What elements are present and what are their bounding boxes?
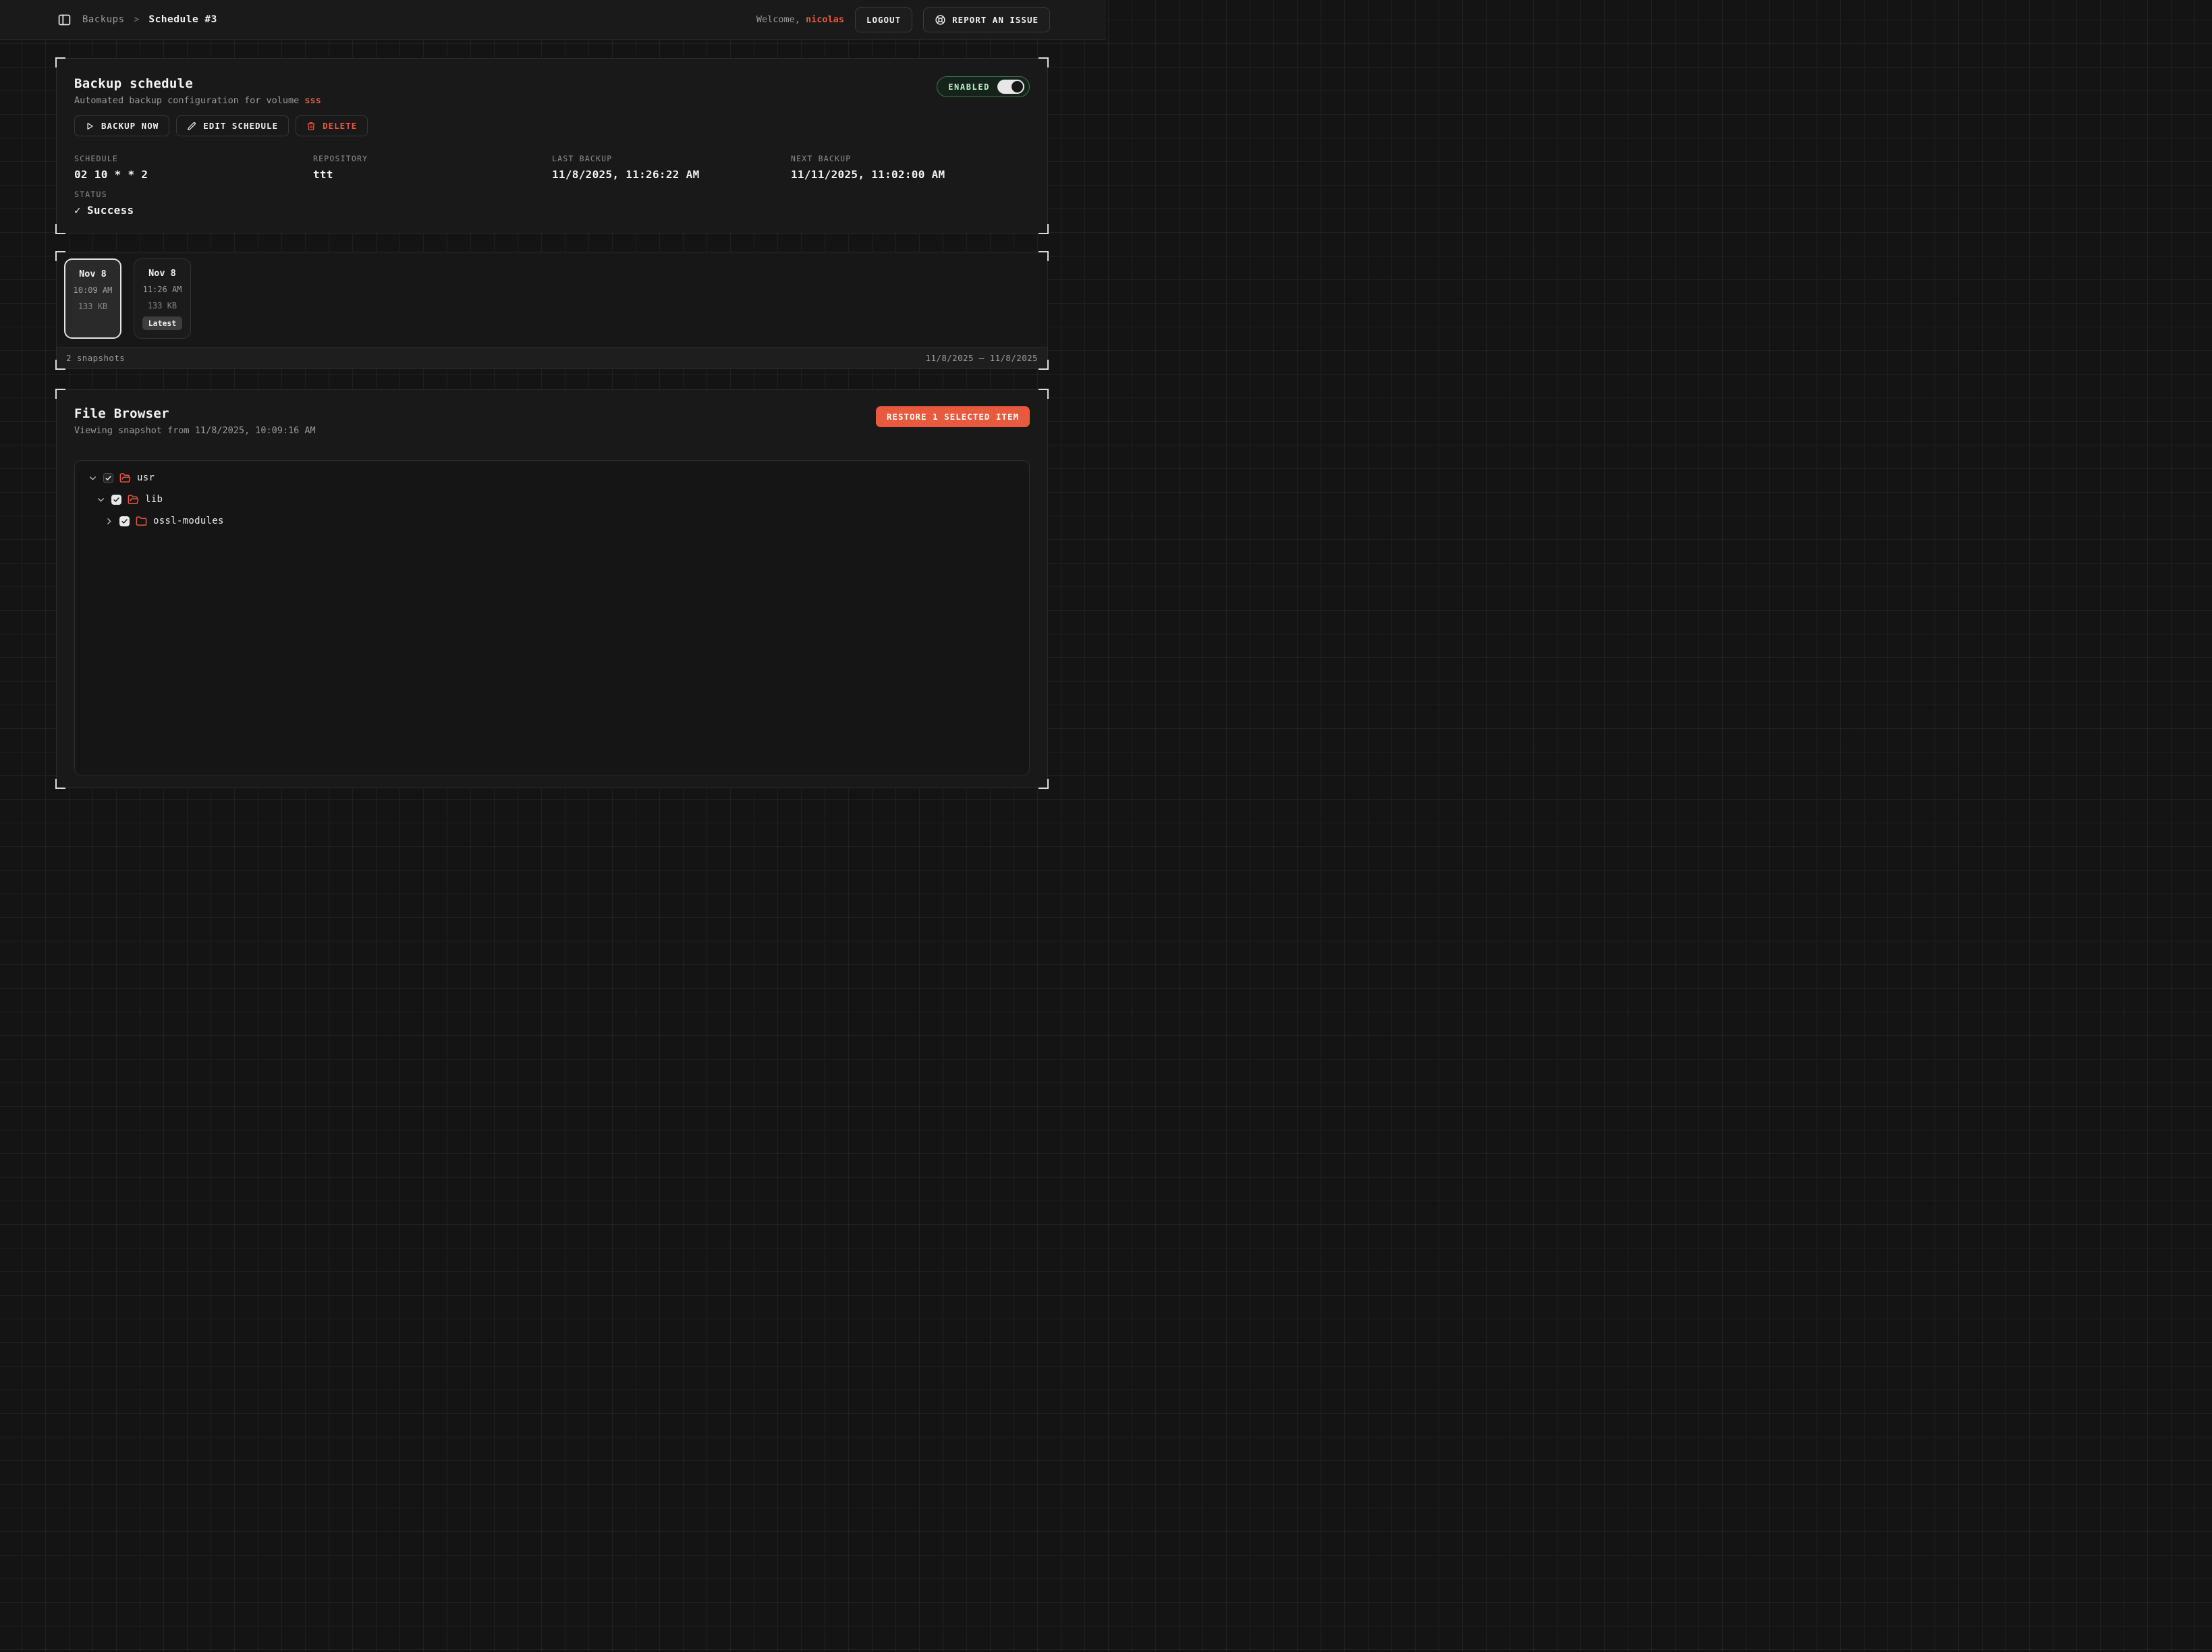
sidebar-toggle-button[interactable] bbox=[56, 11, 73, 28]
breadcrumb-parent[interactable]: Backups bbox=[82, 14, 125, 25]
corner-bracket bbox=[55, 389, 65, 399]
schedule-card-subtitle: Automated backup configuration for volum… bbox=[74, 95, 321, 106]
breadcrumb-separator: > bbox=[134, 15, 140, 25]
enabled-label: ENABLED bbox=[948, 82, 990, 92]
tree-label: lib bbox=[145, 494, 163, 505]
corner-bracket bbox=[55, 224, 65, 234]
tree-row-usr[interactable]: usr bbox=[82, 467, 1022, 489]
lifebuoy-icon bbox=[935, 14, 946, 26]
edit-schedule-button[interactable]: EDIT SCHEDULE bbox=[176, 115, 289, 136]
corner-bracket bbox=[1039, 779, 1049, 789]
folder-open-icon bbox=[119, 472, 131, 484]
corner-bracket bbox=[55, 779, 65, 789]
username: nicolas bbox=[806, 14, 844, 25]
schedule-card-title: Backup schedule bbox=[74, 76, 321, 91]
snapshot-time: 11:26 AM bbox=[143, 285, 182, 294]
snapshot-date: Nov 8 bbox=[79, 269, 107, 279]
corner-bracket bbox=[1039, 360, 1049, 370]
backup-schedule-card: Backup schedule Automated backup configu… bbox=[56, 58, 1048, 233]
corner-bracket bbox=[1039, 251, 1049, 261]
checkbox-checked[interactable] bbox=[103, 473, 113, 483]
corner-bracket bbox=[55, 360, 65, 370]
snapshot-card[interactable]: Nov 8 11:26 AM 133 KB Latest bbox=[134, 258, 191, 339]
panel-left-icon bbox=[57, 13, 72, 27]
corner-bracket bbox=[55, 251, 65, 261]
chevron-right-icon[interactable] bbox=[105, 517, 113, 526]
checkbox-checked[interactable] bbox=[111, 495, 121, 505]
restore-selected-button[interactable]: RESTORE 1 SELECTED ITEM bbox=[876, 406, 1030, 427]
file-browser-subtitle: Viewing snapshot from 11/8/2025, 10:09:1… bbox=[74, 425, 316, 436]
tree-row-lib[interactable]: lib bbox=[82, 489, 1022, 510]
snapshots-timeline: Nov 8 10:09 AM 133 KB Nov 8 11:26 AM 133… bbox=[56, 252, 1048, 369]
field-label: LAST BACKUP bbox=[552, 154, 791, 163]
snapshots-footer: 2 snapshots 11/8/2025 – 11/8/2025 bbox=[57, 347, 1047, 368]
status-label: STATUS bbox=[74, 190, 1030, 199]
snapshot-size: 133 KB bbox=[148, 301, 177, 310]
backup-now-button[interactable]: BACKUP NOW bbox=[74, 115, 169, 136]
field-value: ttt bbox=[313, 168, 552, 181]
file-tree-panel: usr lib ossl-modules bbox=[74, 460, 1030, 775]
field-value: 11/11/2025, 11:02:00 AM bbox=[791, 168, 1030, 181]
latest-badge: Latest bbox=[142, 316, 183, 330]
field-label: REPOSITORY bbox=[313, 154, 552, 163]
file-browser-title: File Browser bbox=[74, 406, 316, 421]
enabled-toggle[interactable]: ENABLED bbox=[937, 76, 1030, 97]
field-schedule: SCHEDULE 02 10 * * 2 bbox=[74, 154, 313, 181]
field-label: SCHEDULE bbox=[74, 154, 313, 163]
delete-button[interactable]: DELETE bbox=[296, 115, 368, 136]
field-repository: REPOSITORY ttt bbox=[313, 154, 552, 181]
snapshot-count: 2 snapshots bbox=[66, 353, 125, 363]
field-value: 11/8/2025, 11:26:22 AM bbox=[552, 168, 791, 181]
tree-row-ossl-modules[interactable]: ossl-modules bbox=[82, 510, 1022, 532]
pencil-icon bbox=[187, 121, 196, 131]
corner-bracket bbox=[1039, 389, 1049, 399]
logout-button[interactable]: LOGOUT bbox=[855, 7, 912, 32]
volume-name: sss bbox=[304, 95, 321, 106]
snapshot-date: Nov 8 bbox=[148, 268, 176, 279]
trash-icon bbox=[306, 121, 316, 131]
corner-bracket bbox=[55, 57, 65, 67]
top-header: Backups > Schedule #3 Welcome, nicolas L… bbox=[0, 0, 1106, 40]
snapshot-size: 133 KB bbox=[78, 302, 107, 311]
field-label: NEXT BACKUP bbox=[791, 154, 1030, 163]
breadcrumb: Backups > Schedule #3 bbox=[56, 11, 217, 28]
play-icon bbox=[85, 121, 94, 131]
chevron-down-icon[interactable] bbox=[88, 474, 97, 483]
folder-open-icon bbox=[128, 494, 139, 505]
field-value: 02 10 * * 2 bbox=[74, 168, 313, 181]
chevron-down-icon[interactable] bbox=[96, 495, 105, 504]
corner-bracket bbox=[1039, 57, 1049, 67]
check-icon: ✓ bbox=[74, 204, 81, 217]
file-browser-card: File Browser Viewing snapshot from 11/8/… bbox=[56, 389, 1048, 788]
corner-bracket bbox=[1039, 224, 1049, 234]
welcome-text: Welcome, nicolas bbox=[756, 14, 844, 25]
tree-label: usr bbox=[137, 472, 155, 483]
toggle-knob bbox=[1012, 81, 1023, 92]
toggle-switch[interactable] bbox=[997, 80, 1024, 94]
snapshot-time: 10:09 AM bbox=[74, 285, 113, 295]
field-status: STATUS ✓ Success bbox=[74, 190, 1030, 217]
snapshot-card-selected[interactable]: Nov 8 10:09 AM 133 KB bbox=[64, 258, 121, 339]
field-last-backup: LAST BACKUP 11/8/2025, 11:26:22 AM bbox=[552, 154, 791, 181]
report-issue-button[interactable]: REPORT AN ISSUE bbox=[923, 7, 1050, 32]
status-value: Success bbox=[87, 204, 134, 217]
tree-label: ossl-modules bbox=[153, 516, 224, 526]
field-next-backup: NEXT BACKUP 11/11/2025, 11:02:00 AM bbox=[791, 154, 1030, 181]
page-title: Schedule #3 bbox=[148, 14, 217, 25]
checkbox-checked[interactable] bbox=[119, 516, 130, 526]
snapshot-date-range: 11/8/2025 – 11/8/2025 bbox=[926, 353, 1038, 363]
folder-icon bbox=[136, 516, 147, 527]
